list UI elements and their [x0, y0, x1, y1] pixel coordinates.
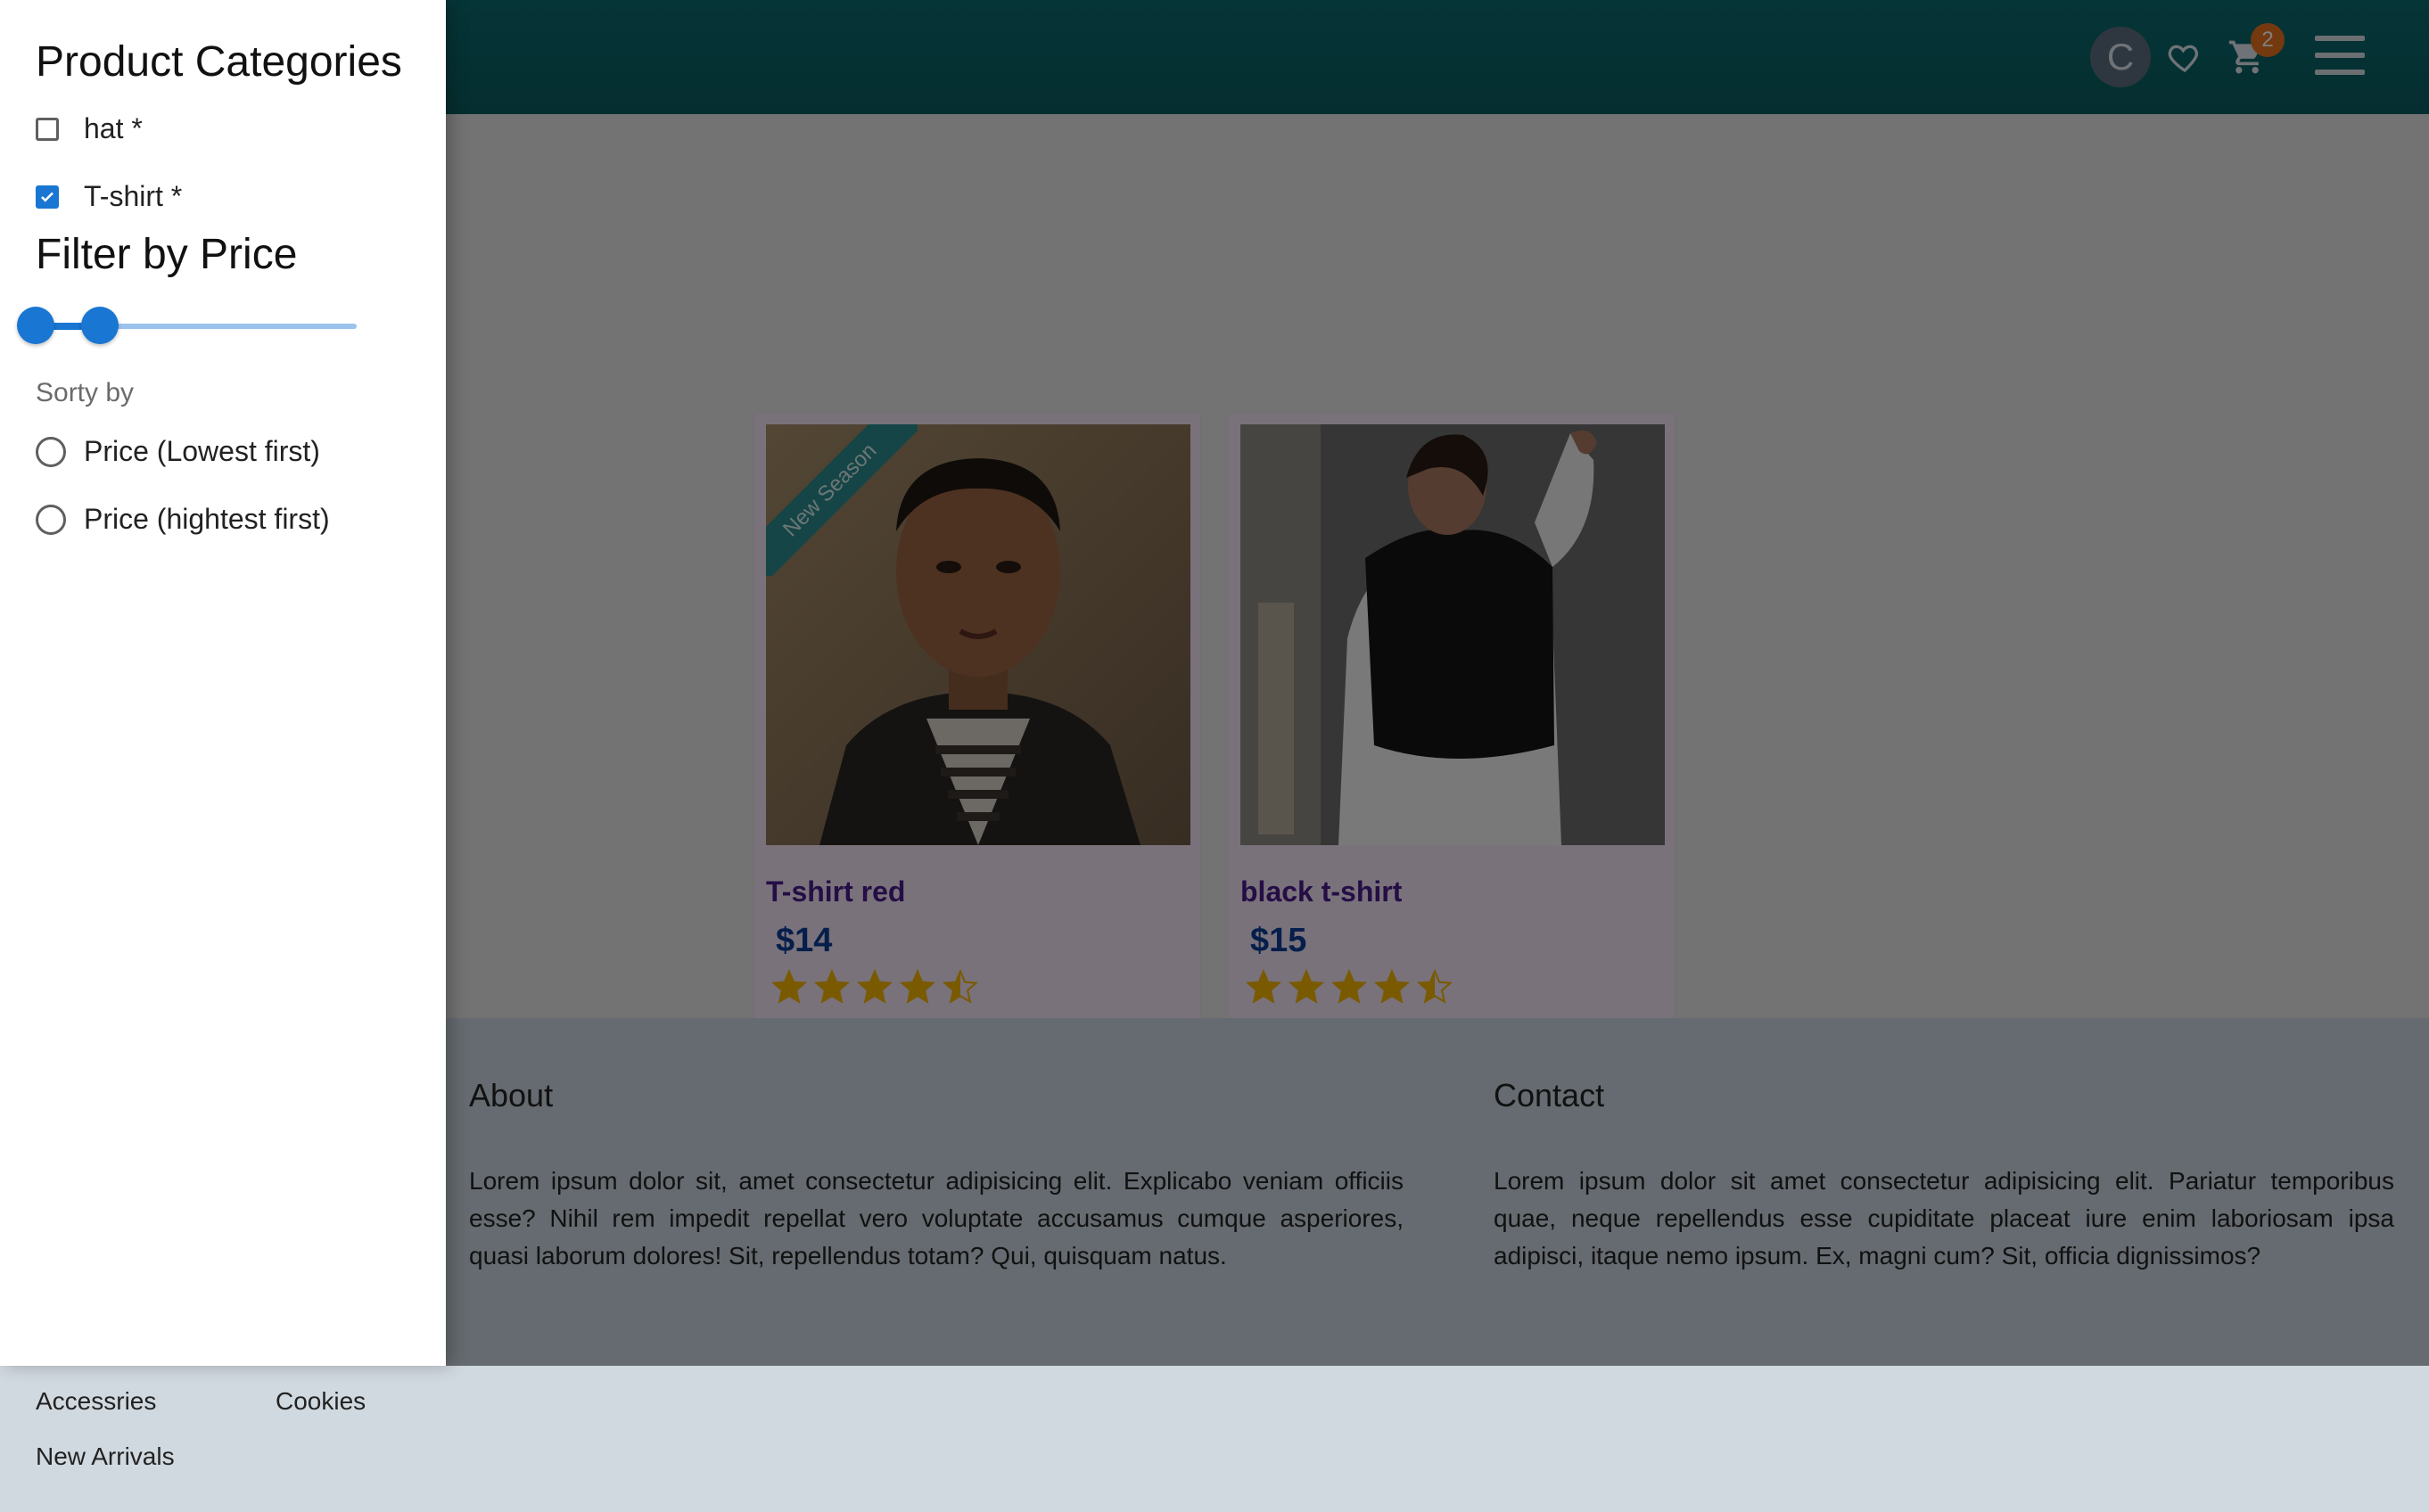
sort-option-lowest[interactable]: Price (Lowest first) — [36, 435, 320, 468]
sort-option-label: Price (hightest first) — [84, 503, 330, 535]
filter-drawer: Product Categories hat * T-shirt * Filte… — [0, 0, 446, 1366]
slider-thumb-max[interactable] — [81, 307, 119, 344]
category-label: hat * — [84, 112, 143, 144]
check-icon — [41, 192, 54, 202]
radio-button[interactable] — [36, 504, 66, 535]
sort-option-highest[interactable]: Price (hightest first) — [36, 503, 330, 536]
link-new-arrivals[interactable]: New Arrivals — [36, 1442, 175, 1471]
sort-option-label: Price (Lowest first) — [84, 435, 320, 467]
price-range-slider[interactable] — [17, 307, 357, 344]
radio-button[interactable] — [36, 436, 66, 467]
checkbox-checked[interactable] — [36, 185, 59, 209]
link-cookies[interactable]: Cookies — [276, 1387, 366, 1416]
category-tshirt[interactable]: T-shirt * — [36, 180, 182, 213]
slider-thumb-min[interactable] — [17, 307, 54, 344]
sort-by-label: Sorty by — [36, 378, 135, 407]
price-filter-heading: Filter by Price — [36, 231, 298, 278]
bottom-links-bar: Accessries Cookies New Arrivals — [0, 1366, 2429, 1512]
link-accessories[interactable]: Accessries — [36, 1387, 156, 1416]
category-label: T-shirt * — [84, 180, 183, 212]
checkbox[interactable] — [36, 117, 59, 141]
category-hat[interactable]: hat * — [36, 112, 143, 145]
categories-heading: Product Categories — [36, 38, 402, 86]
